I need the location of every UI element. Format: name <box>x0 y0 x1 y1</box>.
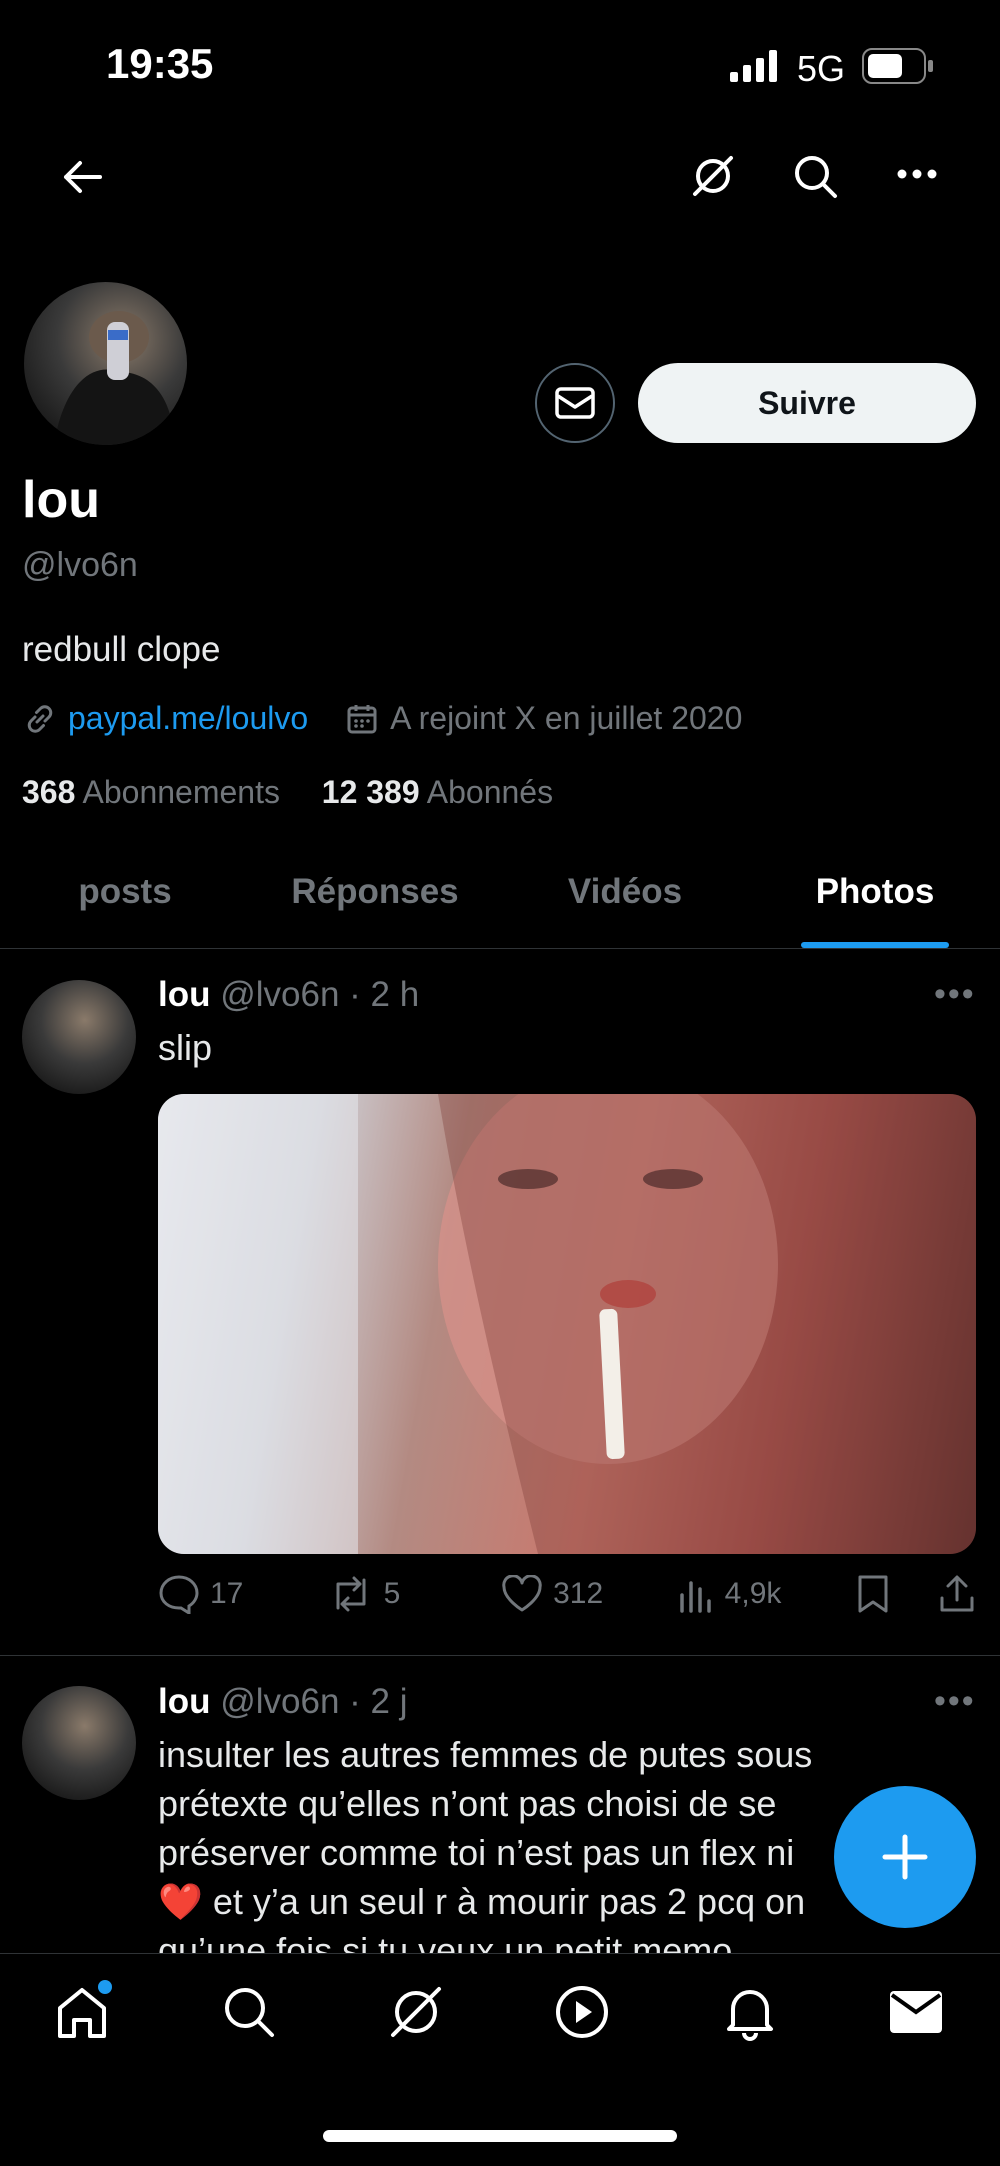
nav-messages[interactable] <box>886 1982 946 2042</box>
mail-icon <box>555 387 595 419</box>
status-time: 19:35 <box>106 40 214 87</box>
message-button[interactable] <box>535 363 615 443</box>
bookmark-button[interactable] <box>856 1574 938 1614</box>
messages-icon <box>890 1991 942 2033</box>
post-avatar[interactable] <box>22 980 136 1094</box>
more-icon[interactable] <box>897 168 937 180</box>
profile-stats: 368 Abonnements 12 389 Abonnés <box>22 774 553 811</box>
nav-search[interactable] <box>219 1982 279 2042</box>
plus-icon <box>882 1834 928 1880</box>
profile-tabs: posts Réponses Vidéos Photos <box>0 860 1000 949</box>
tab-replies[interactable]: Réponses <box>250 860 500 948</box>
post-header: lou @lvo6n · 2 j <box>158 1682 408 1721</box>
share-button[interactable] <box>938 1574 976 1614</box>
views-icon <box>679 1581 711 1613</box>
profile-name: lou <box>22 471 100 529</box>
profile-avatar[interactable] <box>22 280 189 447</box>
profile-meta: paypal.me/loulvo A rejoint X en juillet … <box>22 700 742 737</box>
post-more-icon[interactable]: ••• <box>934 975 976 1014</box>
video-icon <box>556 1986 608 2038</box>
bookmark-icon <box>858 1575 888 1613</box>
joined-date: A rejoint X en juillet 2020 <box>390 700 743 736</box>
reply-button[interactable]: 17 <box>158 1574 328 1614</box>
share-icon <box>940 1575 974 1612</box>
follow-button[interactable]: Suivre <box>638 363 976 443</box>
profile-link[interactable]: paypal.me/loulvo <box>68 700 308 737</box>
network-label: 5G <box>797 48 846 89</box>
battery-icon <box>862 48 934 84</box>
tab-photos[interactable]: Photos <box>750 860 1000 948</box>
repost-icon <box>336 1576 366 1612</box>
search-icon <box>225 1988 274 2037</box>
repost-button[interactable]: 5 <box>328 1574 502 1614</box>
tab-posts[interactable]: posts <box>0 860 250 948</box>
heart-icon <box>502 1575 542 1612</box>
back-arrow-icon[interactable] <box>60 155 104 199</box>
profile-handle: @lvo6n <box>22 546 138 584</box>
nav-grok[interactable] <box>386 1982 446 2042</box>
views-button[interactable]: 4,9k <box>677 1575 857 1613</box>
post-text: slip <box>158 1027 213 1068</box>
followers-link[interactable]: 12 389 Abonnés <box>322 774 553 810</box>
home-indicator <box>323 2130 677 2142</box>
notifications-icon <box>727 1990 773 2041</box>
post-image[interactable] <box>158 1094 976 1554</box>
compose-button[interactable] <box>834 1786 976 1928</box>
post-more-icon[interactable]: ••• <box>934 1682 976 1721</box>
post-header: lou @lvo6n · 2 h <box>158 975 420 1014</box>
notification-dot <box>98 1980 112 1994</box>
post-avatar[interactable] <box>22 1686 136 1800</box>
post-divider <box>0 1655 1000 1656</box>
nav-video[interactable] <box>552 1982 612 2042</box>
profile-bio: redbull clope <box>22 630 221 669</box>
link-icon <box>22 701 58 737</box>
nav-home[interactable] <box>52 1980 112 2042</box>
calendar-icon <box>346 703 378 735</box>
nav-notifications[interactable] <box>720 1982 780 2042</box>
grok-icon[interactable] <box>690 153 736 199</box>
search-icon[interactable] <box>792 153 838 199</box>
grok-icon <box>391 1987 441 2037</box>
post-actions: 17 5 312 4,9k <box>158 1574 976 1614</box>
following-link[interactable]: 368 Abonnements <box>22 774 280 810</box>
reply-icon <box>159 1575 199 1614</box>
tab-videos[interactable]: Vidéos <box>500 860 750 948</box>
signal-icon <box>730 50 780 82</box>
like-button[interactable]: 312 <box>501 1575 677 1613</box>
